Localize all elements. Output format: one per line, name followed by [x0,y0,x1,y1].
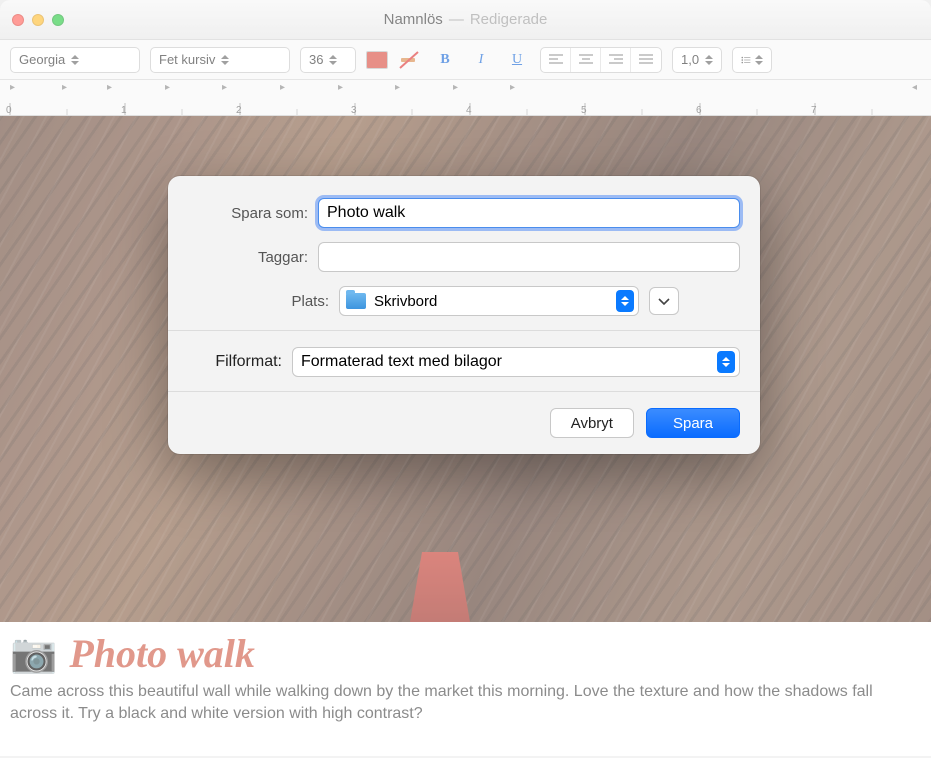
tags-input[interactable] [318,242,740,272]
svg-text:4: 4 [466,105,472,115]
formatting-toolbar: Georgia Fet kursiv 36 B I U 1,0 [0,40,931,80]
svg-text:2: 2 [236,105,242,115]
tags-label: Taggar: [188,249,318,266]
font-size-value: 36 [309,52,323,67]
file-format-label: Filformat: [188,353,292,371]
titlebar: Namnlös — Redigerade [0,0,931,40]
font-style-select[interactable]: Fet kursiv [150,47,290,73]
cancel-button[interactable]: Avbryt [550,408,634,438]
expand-dialog-button[interactable] [649,287,679,315]
align-center-button[interactable] [571,48,601,72]
file-format-value: Formaterad text med bilagor [301,353,502,371]
save-as-input[interactable] [318,198,740,228]
document-heading: Photo walk [69,630,255,677]
bold-button[interactable]: B [432,48,458,72]
line-spacing-value: 1,0 [681,52,699,67]
camera-icon: 📷 [10,632,57,676]
italic-button[interactable]: I [468,48,494,72]
save-as-label: Spara som: [188,205,318,222]
traffic-lights [12,14,64,26]
font-size-select[interactable]: 36 [300,47,356,73]
file-format-select[interactable]: Formaterad text med bilagor [292,347,740,377]
ruler-marks: 0 1 2 3 4 5 6 7 [0,95,931,115]
no-color-icon[interactable] [398,50,422,70]
alignment-group [540,47,662,73]
title-main: Namnlös [384,11,443,28]
select-stepper-icon [616,290,634,312]
align-justify-button[interactable] [631,48,661,72]
font-style-value: Fet kursiv [159,52,215,67]
location-label: Plats: [249,293,339,310]
align-left-button[interactable] [541,48,571,72]
list-style-select[interactable] [732,47,772,73]
svg-text:7: 7 [811,105,817,115]
svg-text:3: 3 [351,105,357,115]
location-select[interactable]: Skrivbord [339,286,639,316]
font-family-select[interactable]: Georgia [10,47,140,73]
zoom-window-button[interactable] [52,14,64,26]
save-button[interactable]: Spara [646,408,740,438]
ruler[interactable]: ▸ ▸ ▸ ▸ ▸ ▸ ▸ ▸ ▸ ▸ ◂ 0 1 2 3 4 5 6 7 [0,80,931,116]
minimize-window-button[interactable] [32,14,44,26]
svg-text:6: 6 [696,105,702,115]
align-right-button[interactable] [601,48,631,72]
close-window-button[interactable] [12,14,24,26]
location-value: Skrivbord [374,293,437,310]
text-color-swatch[interactable] [366,51,388,69]
line-spacing-select[interactable]: 1,0 [672,47,722,73]
font-family-value: Georgia [19,52,65,67]
save-dialog: Spara som: Taggar: Plats: Skrivbord Filf… [168,176,760,454]
folder-icon [346,293,366,309]
title-status: Redigerade [470,11,548,28]
svg-text:5: 5 [581,105,587,115]
svg-text:1: 1 [121,105,127,115]
app-window: Namnlös — Redigerade Georgia Fet kursiv … [0,0,931,758]
svg-text:0: 0 [6,105,12,115]
underline-button[interactable]: U [504,48,530,72]
document-body-text: Came across this beautiful wall while wa… [0,681,931,724]
window-title: Namnlös — Redigerade [384,11,548,28]
select-stepper-icon [717,351,735,373]
